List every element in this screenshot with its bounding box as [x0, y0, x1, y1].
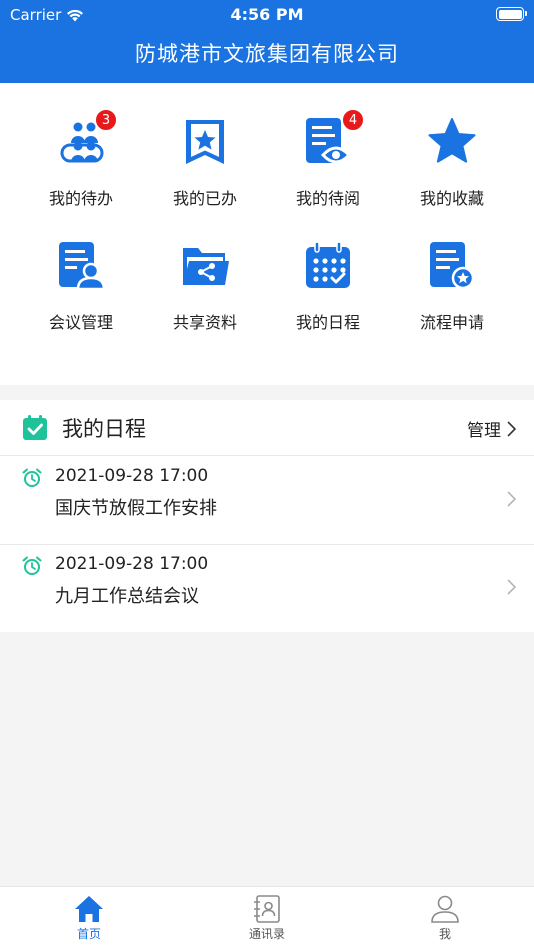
tab-label: 我 — [438, 927, 451, 941]
schedule-title: 我的日程 — [62, 417, 146, 441]
schedule-section: 我的日程 管理 2021-09-28 17:00 国庆节放假工作安排 2021-… — [0, 400, 534, 632]
grid-item-favorites[interactable]: 我的收藏 — [385, 117, 519, 227]
to-read-badge: 4 — [342, 109, 364, 131]
tab-label: 通讯录 — [248, 927, 285, 941]
schedule-manage-label: 管理 — [467, 421, 501, 441]
contacts-icon — [254, 895, 280, 923]
battery-icon — [496, 7, 527, 21]
schedule-item-title: 国庆节放假工作安排 — [55, 498, 217, 519]
user-icon — [431, 895, 459, 923]
grid-item-my-schedule[interactable]: 我的日程 — [261, 241, 395, 351]
schedule-item-time: 2021-09-28 17:00 — [55, 554, 209, 574]
schedule-item[interactable]: 2021-09-28 17:00 九月工作总结会议 — [0, 545, 534, 633]
tab-contacts[interactable]: 通讯录 — [178, 887, 356, 950]
alarm-clock-icon — [22, 468, 42, 487]
chevron-right-icon — [507, 491, 516, 507]
grid-item-process-request[interactable]: 流程申请 — [385, 241, 519, 351]
alarm-clock-icon — [22, 556, 42, 575]
grid-item-to-read[interactable]: 4 我的待阅 — [261, 109, 395, 227]
grid-item-label: 我的待办 — [48, 189, 113, 208]
schedule-item[interactable]: 2021-09-28 17:00 国庆节放假工作安排 — [0, 457, 534, 545]
grid-item-shared-files[interactable]: 共享资料 — [138, 241, 272, 351]
schedule-header: 我的日程 管理 — [0, 400, 534, 456]
grid-item-label: 会议管理 — [48, 313, 113, 332]
status-time: 4:56 PM — [230, 5, 304, 24]
grid-item-meetings[interactable]: 会议管理 — [14, 241, 148, 351]
bookmark-star-icon — [186, 120, 224, 164]
home-icon — [75, 896, 103, 922]
tab-home[interactable]: 首页 — [0, 887, 178, 950]
todo-badge: 3 — [95, 109, 117, 131]
folder-share-icon — [183, 248, 229, 285]
document-star-icon — [430, 242, 475, 290]
grid-item-done[interactable]: 我的已办 — [138, 117, 272, 227]
document-user-icon — [59, 242, 106, 291]
grid-item-label: 我的待阅 — [295, 189, 360, 208]
tab-bar: 首页 通讯录 我 — [0, 886, 534, 950]
grid-item-label: 共享资料 — [172, 313, 237, 332]
tab-me[interactable]: 我 — [356, 887, 534, 950]
calendar-icon — [306, 241, 350, 288]
grid-item-label: 我的日程 — [295, 313, 360, 332]
schedule-manage-button[interactable]: 管理 — [467, 416, 516, 441]
status-bar: Carrier 4:56 PM — [0, 0, 534, 30]
app-header: Carrier 4:56 PM 防城港市文旅集团有限公司 — [0, 0, 534, 83]
calendar-check-icon — [23, 415, 47, 440]
grid-item-todo[interactable]: 3 我的待办 — [14, 109, 148, 227]
chevron-right-icon — [507, 420, 516, 437]
schedule-item-title: 九月工作总结会议 — [55, 586, 199, 607]
function-grid: 3 我的待办 我的已办 4 我的待阅 我的收藏 会议管理 共享资料 我的日程 流… — [0, 83, 534, 385]
tab-label: 首页 — [76, 927, 101, 941]
grid-item-label: 流程申请 — [419, 313, 484, 332]
grid-item-label: 我的收藏 — [419, 189, 484, 208]
chevron-right-icon — [507, 579, 516, 595]
star-icon — [428, 118, 476, 163]
grid-item-label: 我的已办 — [172, 189, 237, 208]
page-title: 防城港市文旅集团有限公司 — [135, 42, 399, 66]
schedule-item-time: 2021-09-28 17:00 — [55, 466, 209, 486]
